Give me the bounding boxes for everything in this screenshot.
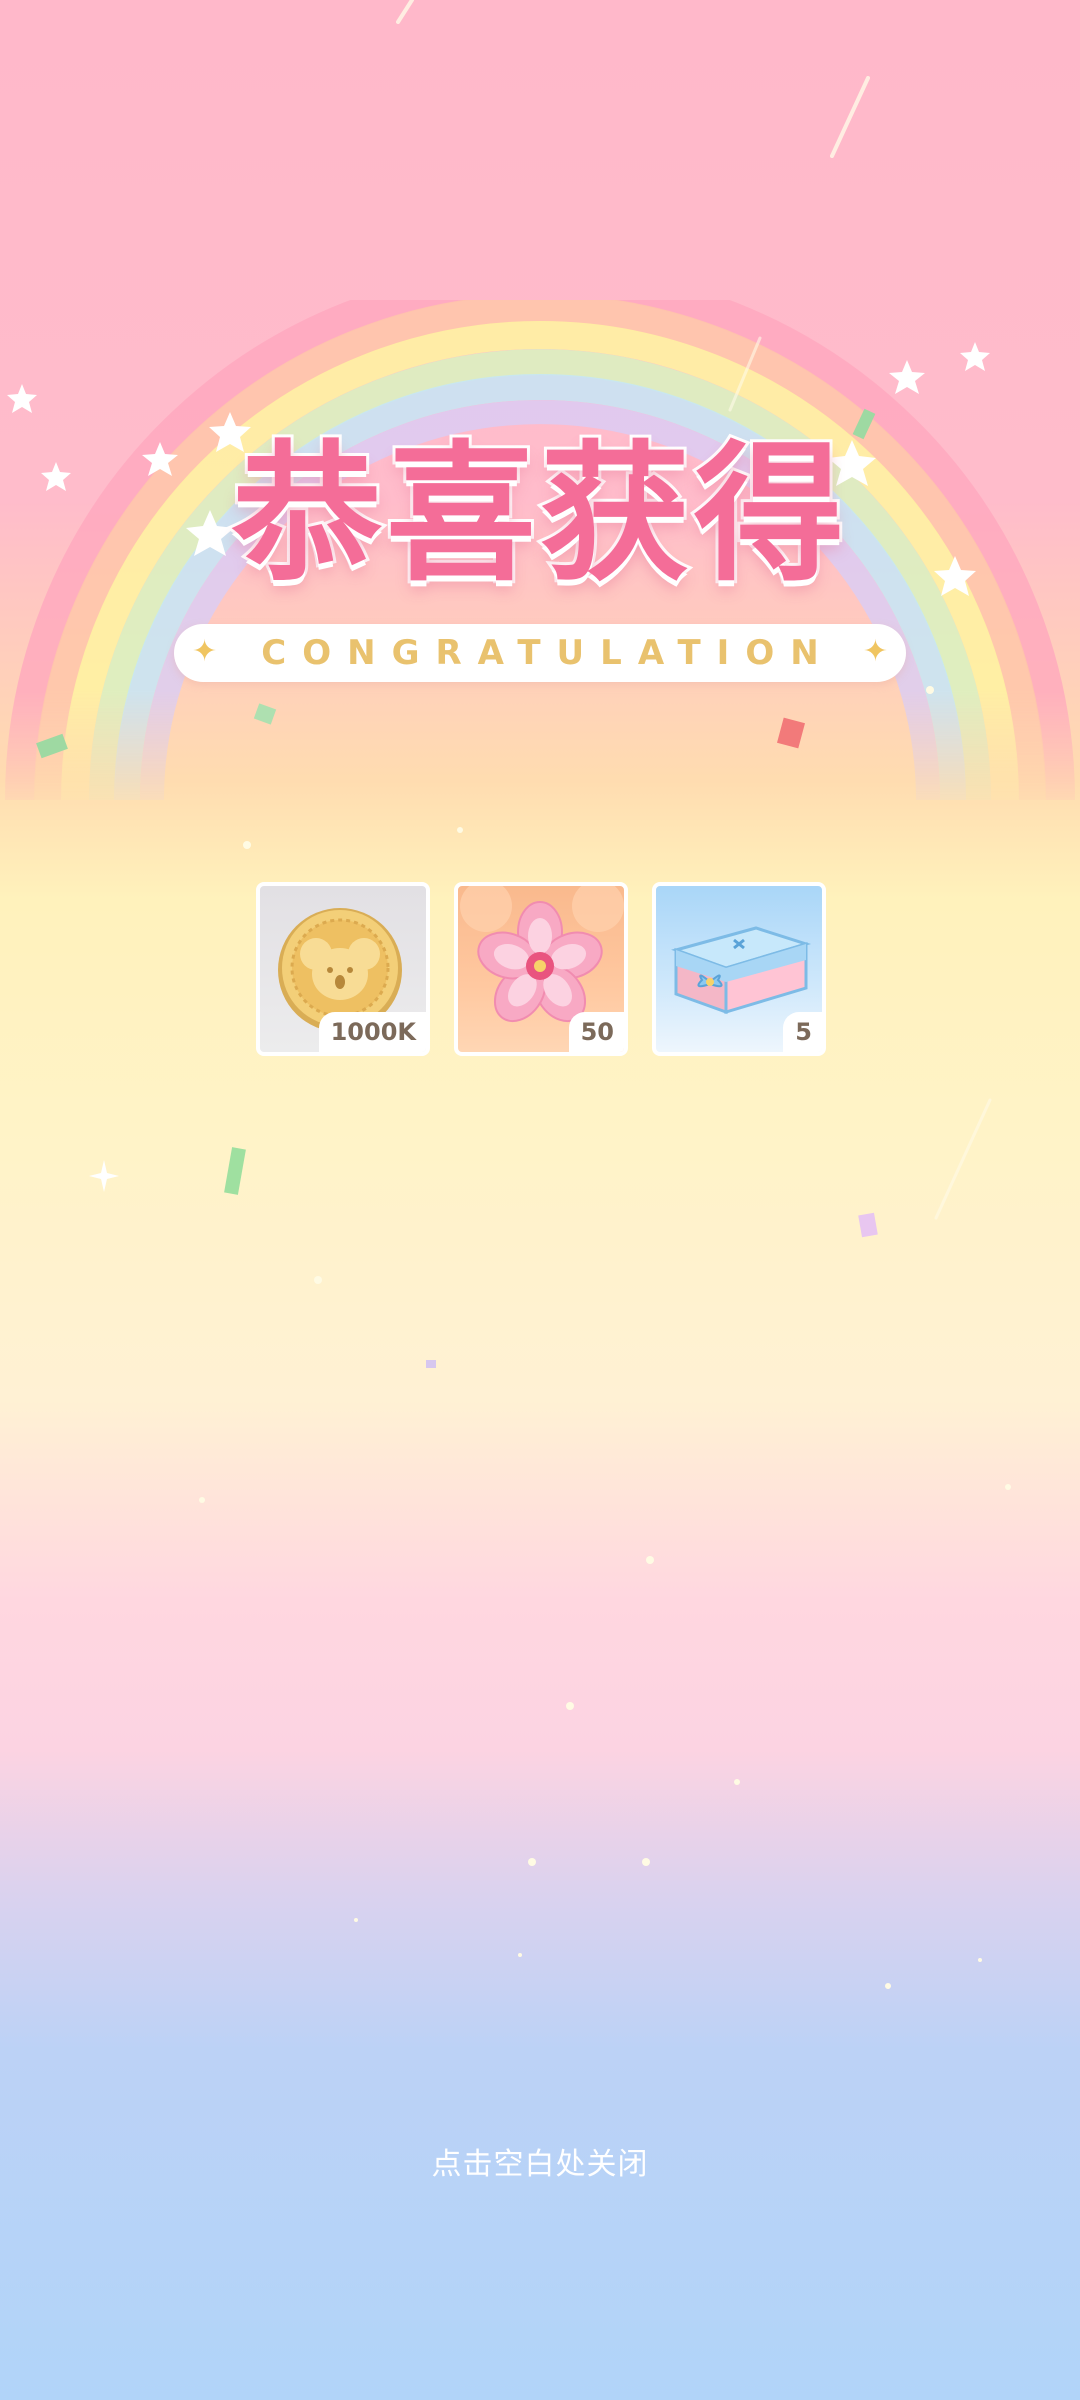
rainbow-decoration xyxy=(5,0,1075,1989)
reward-quantity: 50 xyxy=(568,1012,624,1052)
reward-item-coin[interactable]: 1000K xyxy=(256,882,430,1056)
reward-list: 1000K 50 5 xyxy=(256,882,830,1062)
reward-item-sakura[interactable]: 50 xyxy=(454,882,628,1056)
reward-item-gift-box[interactable]: 5 xyxy=(652,882,826,1056)
reward-quantity: 5 xyxy=(783,1012,822,1052)
tap-blank-to-close-hint[interactable]: 点击空白处关闭 xyxy=(0,2140,1080,2190)
sparkle-right-icon: ✦ xyxy=(862,634,888,669)
congratulation-subtitle: CONGRATULATION xyxy=(261,633,835,673)
reward-title-area: 恭喜获得 xyxy=(0,420,1080,610)
title-congratulations: 恭喜获得 xyxy=(229,425,848,605)
reward-quantity: 1000K xyxy=(318,1012,426,1052)
congratulation-banner: ✦ CONGRATULATION ✦ xyxy=(174,624,906,682)
